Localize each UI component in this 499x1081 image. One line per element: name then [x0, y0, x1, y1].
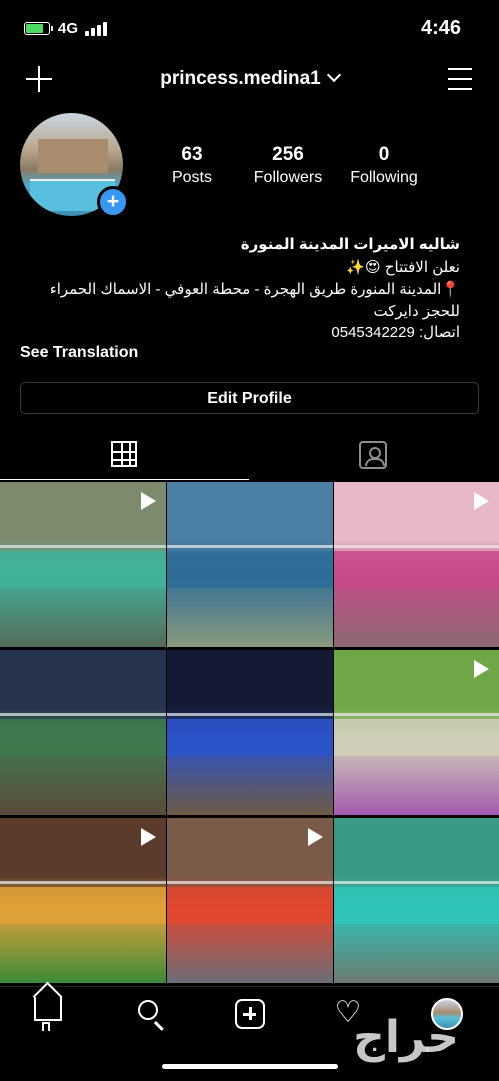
signal-icon [85, 22, 107, 36]
bio-line: للحجز دايركت [373, 303, 460, 320]
status-bar: 4G 4:46 [0, 0, 499, 58]
tab-tagged[interactable] [249, 432, 498, 480]
grid-post[interactable] [0, 482, 166, 647]
tagged-icon [359, 441, 387, 469]
video-icon [474, 492, 489, 510]
home-indicator [162, 1064, 338, 1069]
posts-count[interactable]: 63 Posts [152, 144, 232, 187]
bio-line: نعلن الافتتاح 😍✨ [346, 259, 460, 276]
grid-post[interactable] [334, 650, 499, 815]
grid-post[interactable] [334, 482, 499, 647]
following-count[interactable]: 0 Following [340, 144, 428, 187]
grid-post[interactable] [0, 650, 166, 815]
bio-phone[interactable]: اتصال: 0545342229 [20, 323, 460, 341]
menu-icon[interactable] [448, 67, 472, 91]
new-post-icon[interactable] [235, 999, 265, 1029]
chevron-down-icon [326, 67, 341, 83]
edit-profile-button[interactable]: Edit Profile [20, 382, 479, 414]
video-icon [474, 660, 489, 678]
home-icon[interactable] [32, 981, 68, 1031]
network-type: 4G [58, 20, 79, 37]
grid-post[interactable] [167, 650, 333, 815]
grid-post[interactable] [167, 482, 333, 647]
active-tab-indicator [0, 479, 249, 480]
account-switcher[interactable]: princess.medina1 [0, 67, 499, 90]
clock: 4:46 [420, 17, 461, 39]
battery-icon [24, 22, 53, 35]
tab-grid[interactable] [0, 432, 249, 480]
username: princess.medina1 [160, 68, 321, 89]
posts-grid [0, 482, 499, 984]
see-translation-link[interactable]: See Translation [20, 344, 138, 362]
search-icon[interactable] [135, 997, 169, 1031]
watermark: حراج [353, 1013, 460, 1062]
grid-icon [111, 441, 137, 467]
video-icon [141, 828, 156, 846]
add-story-icon[interactable]: + [97, 186, 129, 218]
grid-post[interactable] [334, 818, 499, 983]
video-icon [141, 492, 156, 510]
bio-line: 📍المدينة المنورة طريق الهجرة - محطة العو… [49, 281, 460, 298]
grid-post[interactable] [167, 818, 333, 983]
bio-name: شاليه الاميرات المدينة المنورة [240, 236, 460, 253]
grid-post[interactable] [0, 818, 166, 983]
video-icon [308, 828, 323, 846]
followers-count[interactable]: 256 Followers [243, 144, 333, 187]
